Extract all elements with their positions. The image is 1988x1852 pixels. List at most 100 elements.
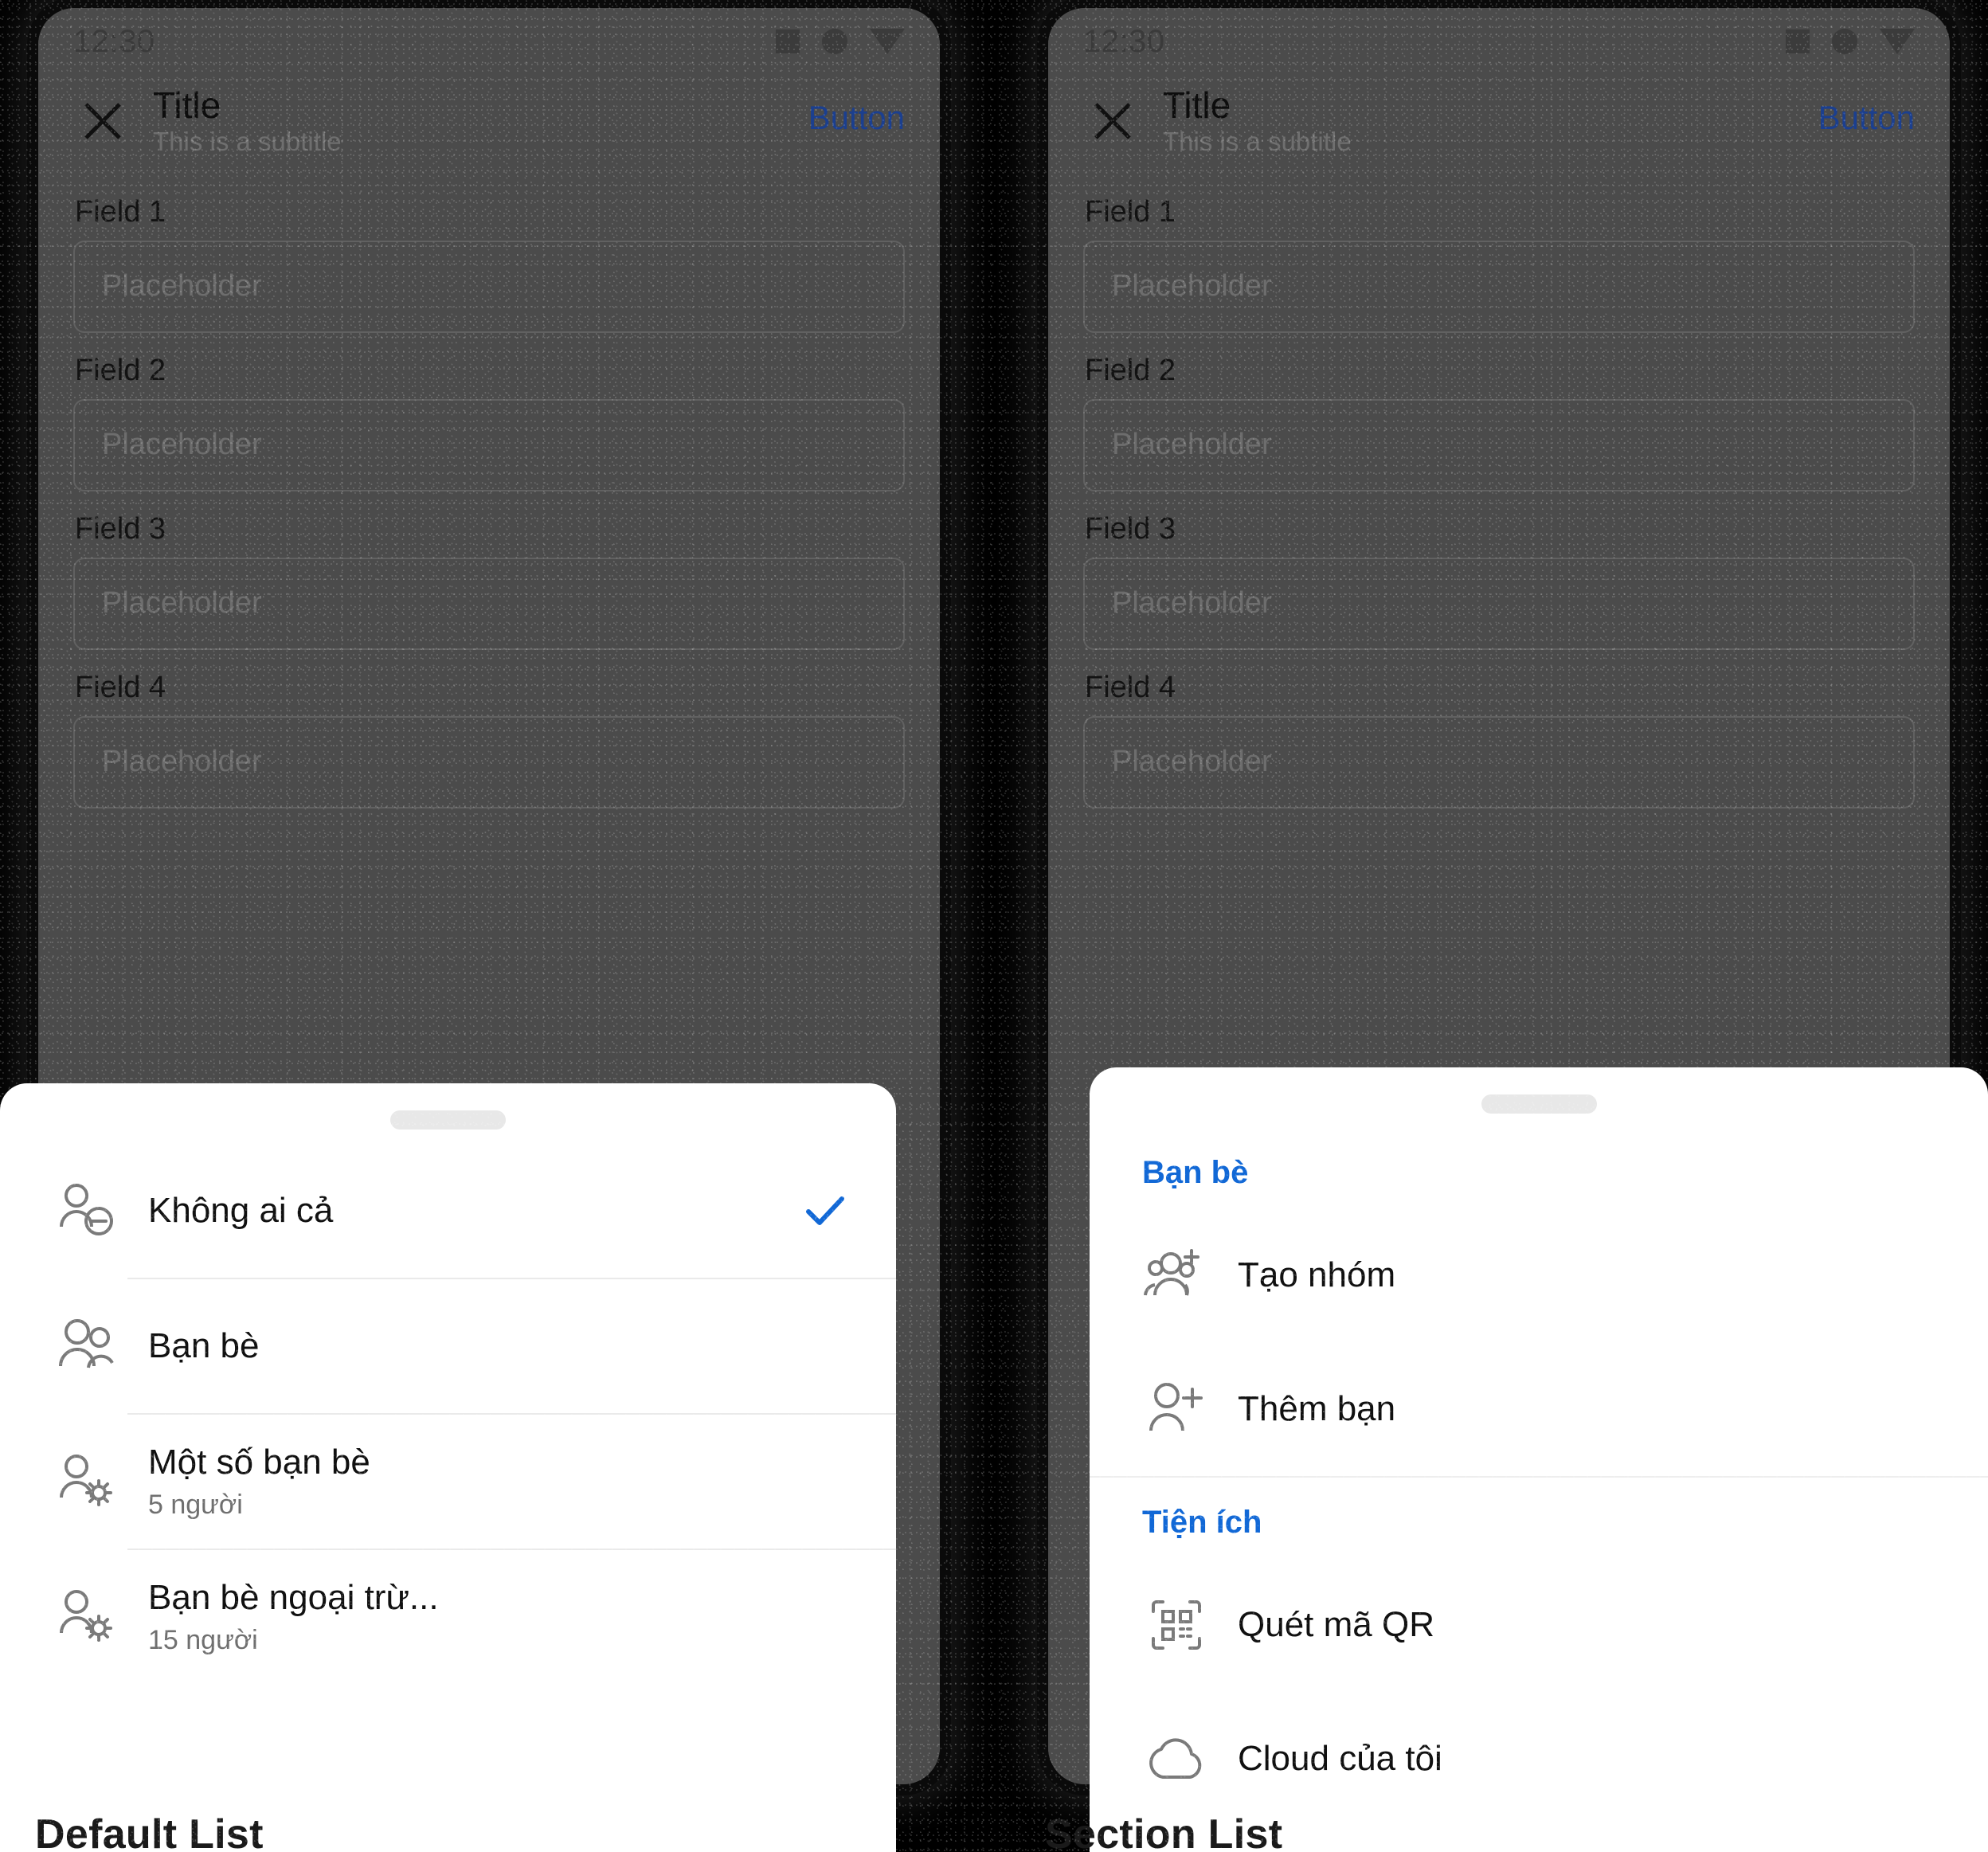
app-bar-titles: Title This is a subtitle bbox=[1163, 86, 1352, 157]
field-label: Field 2 bbox=[75, 353, 166, 387]
field-placeholder: Placeholder bbox=[102, 269, 262, 303]
list-item[interactable]: Cloud của tôi bbox=[1090, 1692, 1988, 1826]
square-icon bbox=[1786, 29, 1810, 53]
field-input-2[interactable]: Placeholder bbox=[73, 398, 905, 491]
list-item-texts: Một số bạn bè 5 người bbox=[148, 1443, 851, 1521]
page-title: Title bbox=[153, 84, 221, 126]
list-item-texts: Thêm bạn bbox=[1238, 1389, 1943, 1430]
list-item[interactable]: Quét mã QR bbox=[1090, 1558, 1988, 1692]
caption-default-list: Default List bbox=[35, 1811, 264, 1852]
field-placeholder: Placeholder bbox=[1112, 586, 1272, 621]
list-item-label: Quét mã QR bbox=[1238, 1604, 1434, 1644]
close-icon[interactable] bbox=[1083, 92, 1142, 151]
drag-handle[interactable] bbox=[390, 1110, 506, 1130]
app-bar-action-button[interactable]: Button bbox=[808, 99, 905, 137]
list-item-label: Cloud của tôi bbox=[1238, 1738, 1442, 1778]
person-gear-icon bbox=[53, 1447, 121, 1516]
bottom-sheet-default-list: Không ai cả Bạn bè Một số bạn bè 5 người… bbox=[0, 1083, 896, 1852]
person-add-icon bbox=[1142, 1375, 1211, 1443]
app-bar-titles: Title This is a subtitle bbox=[153, 86, 342, 157]
status-bar-icons bbox=[1786, 29, 1915, 54]
drag-handle-area[interactable] bbox=[0, 1083, 896, 1144]
section-header-utilities: Tiện ích bbox=[1142, 1505, 1262, 1540]
list-item-label: Không ai cả bbox=[148, 1190, 334, 1230]
status-bar-icons bbox=[776, 29, 905, 54]
list-item-texts: Quét mã QR bbox=[1238, 1605, 1943, 1646]
list-item[interactable]: Một số bạn bè 5 người bbox=[0, 1415, 896, 1549]
list-item-texts: Không ai cả bbox=[148, 1191, 799, 1231]
page-canvas: 12:30 Title This is a subtitle Button Fi… bbox=[0, 0, 1988, 1852]
field-placeholder: Placeholder bbox=[1112, 745, 1272, 779]
page-subtitle: This is a subtitle bbox=[1163, 127, 1352, 157]
cloud-icon bbox=[1142, 1725, 1211, 1793]
status-bar: 12:30 bbox=[38, 8, 940, 75]
field-label: Field 4 bbox=[75, 670, 166, 704]
form-fields: Field 1 Placeholder Field 2 Placeholder … bbox=[38, 195, 940, 809]
field-group-4: Field 4 Placeholder bbox=[73, 671, 905, 809]
field-group-2: Field 2 Placeholder bbox=[73, 354, 905, 491]
drag-handle[interactable] bbox=[1481, 1094, 1597, 1114]
status-bar: 12:30 bbox=[1048, 8, 1950, 75]
circle-icon bbox=[1832, 29, 1857, 54]
app-bar: Title This is a subtitle Button bbox=[38, 75, 940, 178]
field-label: Field 1 bbox=[1085, 194, 1176, 229]
list-item-label: Bạn bè ngoại trừ... bbox=[148, 1578, 439, 1618]
list-item[interactable]: Bạn bè ngoại trừ... 15 người bbox=[0, 1550, 896, 1684]
field-group-1: Field 1 Placeholder bbox=[73, 195, 905, 333]
status-bar-clock: 12:30 bbox=[73, 23, 155, 59]
person-gear-icon bbox=[53, 1583, 121, 1651]
check-icon bbox=[799, 1184, 851, 1237]
list-item-sublabel: 15 người bbox=[148, 1624, 258, 1655]
person-minus-icon bbox=[53, 1177, 121, 1245]
people-icon bbox=[53, 1312, 121, 1380]
list-item[interactable]: Tạo nhóm bbox=[1090, 1208, 1988, 1342]
field-placeholder: Placeholder bbox=[102, 586, 262, 621]
default-list: Không ai cả Bạn bè Một số bạn bè 5 người… bbox=[0, 1144, 896, 1684]
field-placeholder: Placeholder bbox=[102, 745, 262, 779]
group-add-icon bbox=[1142, 1241, 1211, 1310]
form-fields: Field 1 Placeholder Field 2 Placeholder … bbox=[1048, 195, 1950, 809]
field-label: Field 4 bbox=[1085, 670, 1176, 704]
field-input-1[interactable]: Placeholder bbox=[1083, 240, 1915, 333]
app-bar: Title This is a subtitle Button bbox=[1048, 75, 1950, 178]
list-item-label: Thêm bạn bbox=[1238, 1388, 1396, 1428]
field-input-2[interactable]: Placeholder bbox=[1083, 398, 1915, 491]
field-placeholder: Placeholder bbox=[1112, 269, 1272, 303]
field-input-4[interactable]: Placeholder bbox=[73, 715, 905, 809]
field-placeholder: Placeholder bbox=[1112, 428, 1272, 462]
square-icon bbox=[776, 29, 800, 53]
field-input-1[interactable]: Placeholder bbox=[73, 240, 905, 333]
triangle-down-icon bbox=[1880, 29, 1915, 54]
field-group-3: Field 3 Placeholder bbox=[1083, 512, 1915, 650]
list-item-label: Tạo nhóm bbox=[1238, 1255, 1396, 1294]
list-item-sublabel: 5 người bbox=[148, 1489, 243, 1520]
list-item-texts: Bạn bè ngoại trừ... 15 người bbox=[148, 1578, 851, 1656]
list-item[interactable]: Không ai cả bbox=[0, 1144, 896, 1278]
field-label: Field 1 bbox=[75, 194, 166, 229]
status-bar-clock: 12:30 bbox=[1083, 23, 1165, 59]
list-item-texts: Tạo nhóm bbox=[1238, 1255, 1943, 1296]
list-item[interactable]: Bạn bè bbox=[0, 1279, 896, 1413]
drag-handle-area[interactable] bbox=[1090, 1067, 1988, 1128]
field-label: Field 3 bbox=[75, 511, 166, 546]
list-item-label: Một số bạn bè bbox=[148, 1443, 370, 1482]
field-group-1: Field 1 Placeholder bbox=[1083, 195, 1915, 333]
list-item-texts: Bạn bè bbox=[148, 1326, 851, 1367]
triangle-down-icon bbox=[870, 29, 905, 54]
list-item-texts: Cloud của tôi bbox=[1238, 1739, 1943, 1780]
page-title: Title bbox=[1163, 84, 1231, 126]
close-icon[interactable] bbox=[73, 92, 132, 151]
field-input-4[interactable]: Placeholder bbox=[1083, 715, 1915, 809]
list-item[interactable]: Thêm bạn bbox=[1090, 1342, 1988, 1476]
field-group-2: Field 2 Placeholder bbox=[1083, 354, 1915, 491]
field-label: Field 3 bbox=[1085, 511, 1176, 546]
app-bar-action-button[interactable]: Button bbox=[1818, 99, 1915, 137]
section-header-friends: Bạn bè bbox=[1142, 1155, 1249, 1190]
field-input-3[interactable]: Placeholder bbox=[1083, 557, 1915, 650]
field-input-3[interactable]: Placeholder bbox=[73, 557, 905, 650]
bottom-sheet-section-list: Bạn bè Tạo nhóm Thêm bạn Tiện ích Quét m… bbox=[1090, 1067, 1988, 1852]
field-label: Field 2 bbox=[1085, 353, 1176, 387]
field-group-4: Field 4 Placeholder bbox=[1083, 671, 1915, 809]
section-list: Bạn bè Tạo nhóm Thêm bạn Tiện ích Quét m… bbox=[1090, 1128, 1988, 1826]
qr-scan-icon bbox=[1142, 1591, 1211, 1659]
